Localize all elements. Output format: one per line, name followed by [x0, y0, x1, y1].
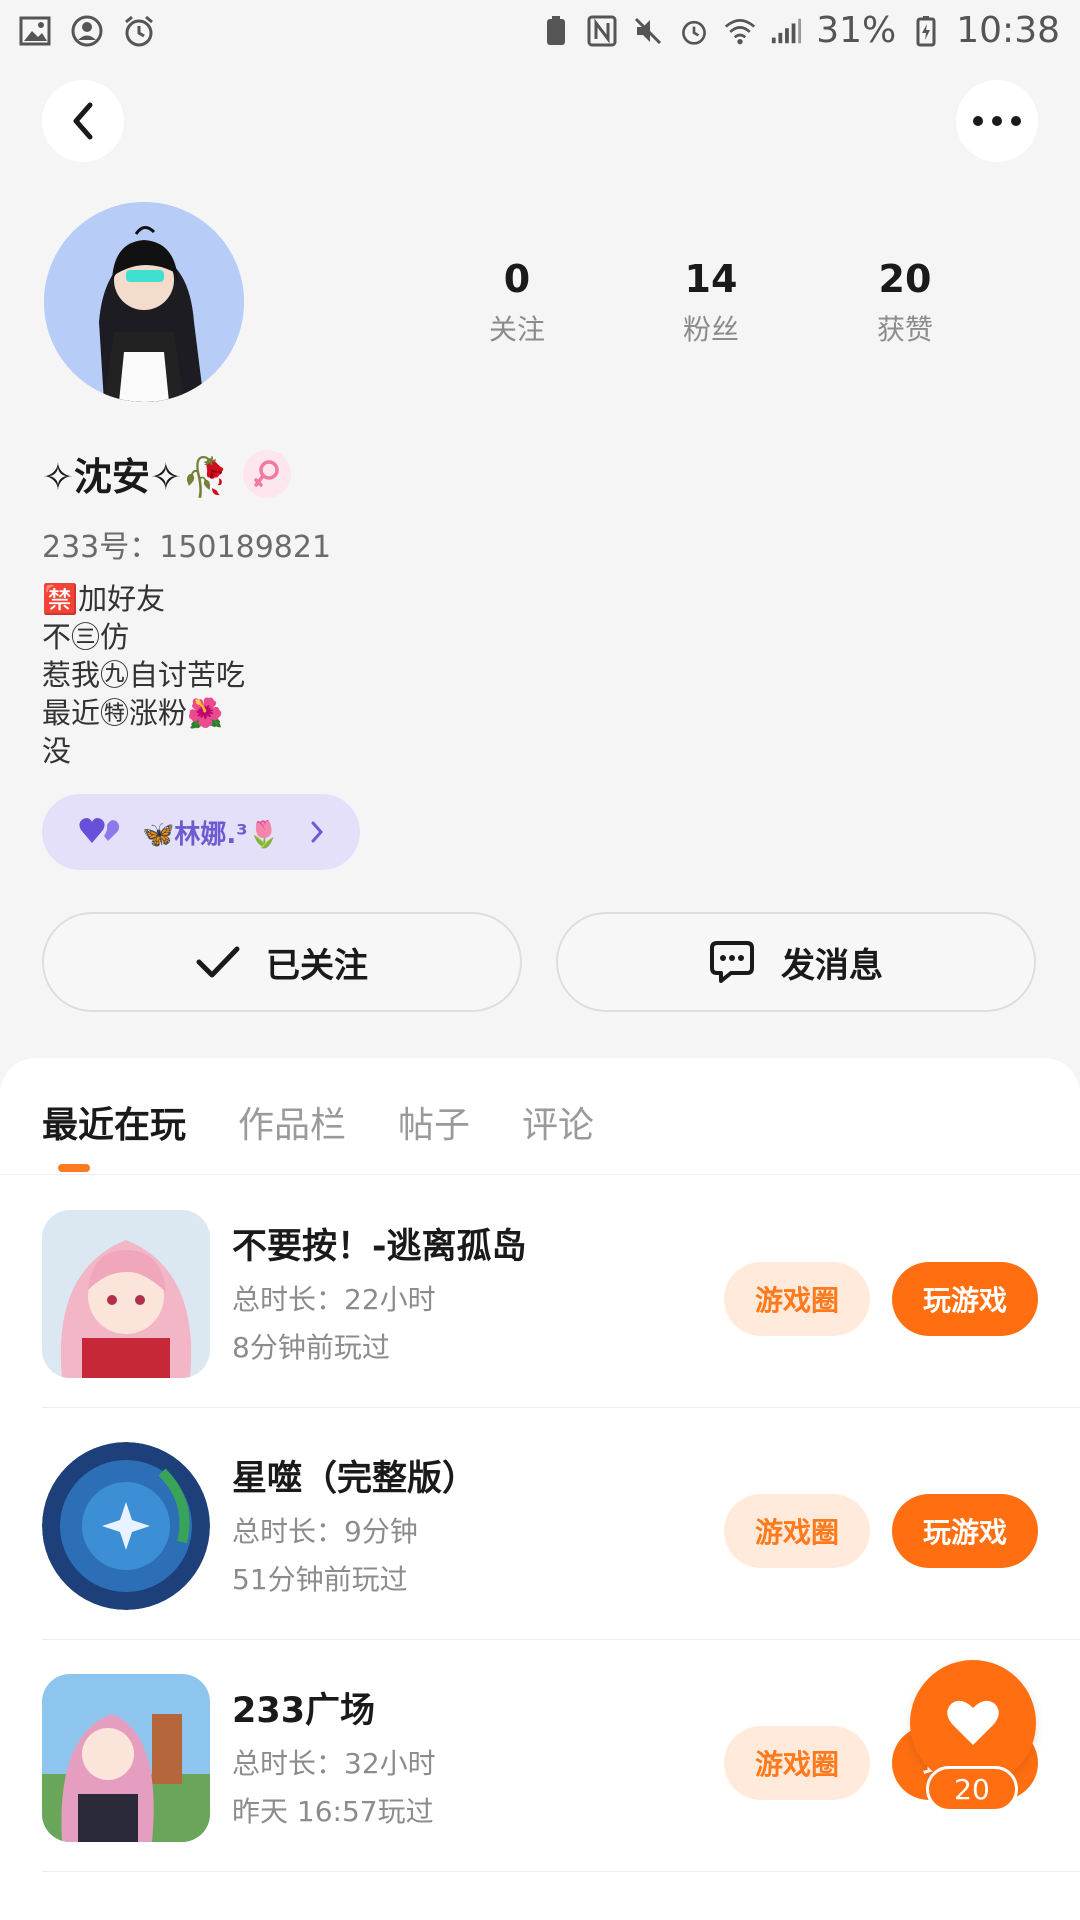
stat-fans[interactable]: 14 粉丝 [646, 256, 776, 348]
fans-label: 粉丝 [682, 313, 739, 346]
more-options-button[interactable] [956, 80, 1038, 162]
game-duration: 总时长：22小时 [232, 1283, 436, 1316]
chevron-left-icon [73, 102, 93, 140]
tab-bar: 最近在玩 作品栏 帖子 评论 [42, 1096, 594, 1148]
bio-line: 最近㊕涨粉🌺 [42, 696, 224, 730]
play-game-button[interactable]: 玩游戏 [892, 1262, 1038, 1336]
game-duration: 总时长：32小时 [232, 1747, 436, 1780]
bio-line: 🈲加好友 [42, 582, 166, 616]
like-count-badge: 20 [926, 1766, 1018, 1812]
fan-relation-pill[interactable]: 🦋林娜.³🌷 [42, 794, 360, 870]
user-id: 233号：150189821 [42, 530, 332, 565]
avatar[interactable] [44, 202, 244, 402]
tab-recently-played[interactable]: 最近在玩 [42, 1096, 186, 1148]
name-row: ✧沈安✧🥀 [42, 446, 291, 501]
alarm-icon [678, 15, 710, 47]
divider [42, 1871, 1080, 1872]
bio: 🈲加好友 不㊂仿 惹我㊈自讨苦吃 最近㊕涨粉🌺 没 [42, 580, 245, 770]
game-circle-button[interactable]: 游戏圈 [724, 1262, 870, 1336]
gallery-icon [18, 14, 52, 48]
tab-works[interactable]: 作品栏 [238, 1096, 346, 1148]
send-message-label: 发消息 [781, 945, 883, 986]
game-item[interactable]: 233广场 总时长：32小时 昨天 16:57玩过 游戏圈 玩游戏 [0, 1640, 1080, 1872]
game-item[interactable]: 不要按！-逃离孤岛 总时长：22小时 8分钟前玩过 游戏圈 玩游戏 [0, 1176, 1080, 1408]
mute-icon [632, 15, 664, 47]
game-duration: 总时长：9分钟 [232, 1515, 418, 1548]
play-game-button[interactable]: 玩游戏 [892, 1494, 1038, 1568]
account-icon [70, 14, 104, 48]
tab-comments[interactable]: 评论 [522, 1096, 594, 1148]
game-last-played: 昨天 16:57玩过 [232, 1795, 434, 1828]
back-button[interactable] [42, 80, 124, 162]
following-count: 0 [503, 257, 531, 301]
heart-icon [947, 1700, 999, 1745]
nfc-icon [586, 15, 618, 47]
fans-count: 14 [684, 257, 738, 301]
divider [0, 1174, 1080, 1175]
game-thumbnail[interactable] [42, 1210, 210, 1378]
game-item[interactable]: 星噬（完整版） 总时长：9分钟 51分钟前玩过 游戏圈 玩游戏 [0, 1408, 1080, 1640]
game-thumbnail[interactable] [42, 1674, 210, 1842]
active-tab-indicator [58, 1164, 90, 1172]
signal-icon [770, 15, 802, 47]
tab-posts[interactable]: 帖子 [398, 1096, 470, 1148]
following-label: 关注 [488, 313, 545, 346]
more-dots-icon [973, 116, 1021, 126]
alarm-icon [122, 14, 156, 48]
nickname: ✧沈安✧🥀 [42, 455, 229, 499]
send-message-button[interactable]: 发消息 [556, 912, 1036, 1012]
double-heart-icon [78, 815, 122, 849]
stat-following[interactable]: 0 关注 [452, 256, 582, 348]
chevron-right-icon [310, 820, 324, 848]
female-gender-icon [243, 449, 291, 498]
status-bar: 31% 10:38 [0, 0, 1080, 64]
bio-line: 没 [42, 734, 72, 768]
game-thumbnail[interactable] [42, 1442, 210, 1610]
likes-label: 获赞 [876, 313, 933, 346]
game-last-played: 8分钟前玩过 [232, 1331, 390, 1364]
battery-percent: 31% [816, 10, 897, 51]
game-title: 星噬（完整版） [232, 1459, 478, 1499]
wifi-icon [724, 15, 756, 47]
battery-saver-icon [540, 15, 572, 47]
battery-icon [910, 15, 942, 47]
check-icon [196, 946, 240, 978]
game-last-played: 51分钟前玩过 [232, 1563, 408, 1596]
stat-likes[interactable]: 20 获赞 [840, 256, 970, 348]
followed-button[interactable]: 已关注 [42, 912, 522, 1012]
bio-line: 不㊂仿 [42, 620, 130, 654]
game-circle-button[interactable]: 游戏圈 [724, 1494, 870, 1568]
bio-line: 惹我㊈自讨苦吃 [42, 658, 246, 692]
game-circle-button[interactable]: 游戏圈 [724, 1726, 870, 1800]
game-title: 233广场 [232, 1691, 376, 1731]
clock: 10:38 [956, 10, 1060, 51]
followed-label: 已关注 [266, 945, 368, 986]
chat-bubble-icon [710, 941, 754, 983]
game-title: 不要按！-逃离孤岛 [232, 1227, 527, 1267]
likes-count: 20 [878, 257, 932, 301]
content-card: 最近在玩 作品栏 帖子 评论 不要按！-逃离孤岛 总时长：22小时 8分钟前玩过… [0, 1058, 1080, 1920]
fan-name: 🦋林娜.³🌷 [142, 819, 281, 850]
